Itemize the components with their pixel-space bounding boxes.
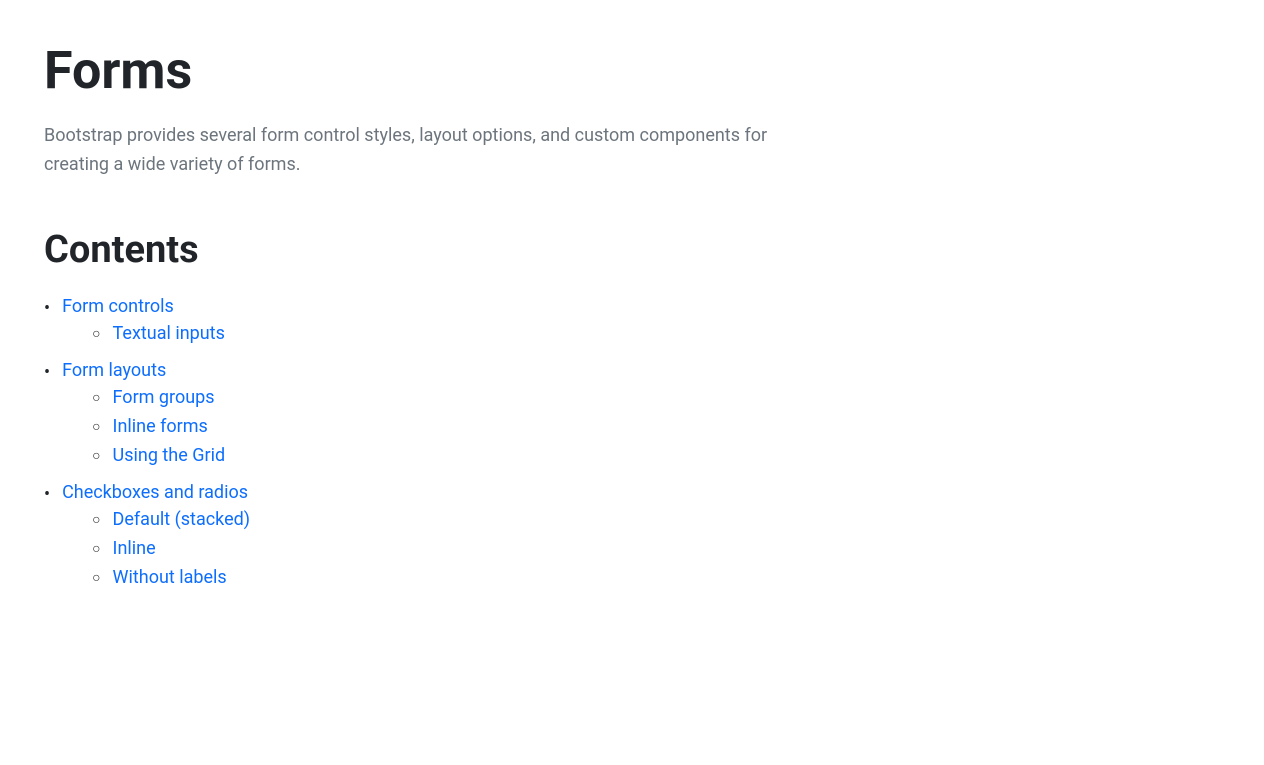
bullet-open-icon: ○: [92, 418, 100, 435]
list-item-form-layouts: • Form layouts ○ Form groups ○ Inline fo…: [44, 360, 1220, 474]
list-item-inline: ○ Inline: [92, 538, 250, 559]
bullet-open-icon: ○: [92, 389, 100, 406]
page-description: Bootstrap provides several form control …: [44, 122, 804, 180]
list-item-form-controls: • Form controls ○ Textual inputs: [44, 296, 1220, 352]
link-without-labels[interactable]: Without labels: [113, 567, 227, 588]
list-item-textual-inputs: ○ Textual inputs: [92, 323, 225, 344]
page-title: Forms: [44, 40, 1220, 102]
bullet-open-icon: ○: [92, 325, 100, 342]
link-default-stacked[interactable]: Default (stacked): [113, 509, 251, 530]
link-form-controls[interactable]: Form controls: [62, 296, 225, 317]
link-textual-inputs[interactable]: Textual inputs: [113, 323, 225, 344]
list-item-default-stacked: ○ Default (stacked): [92, 509, 250, 530]
link-form-layouts[interactable]: Form layouts: [62, 360, 225, 381]
bullet-icon: •: [44, 484, 50, 505]
link-inline-forms[interactable]: Inline forms: [113, 416, 208, 437]
link-inline[interactable]: Inline: [113, 538, 156, 559]
link-checkboxes-radios[interactable]: Checkboxes and radios: [62, 482, 250, 503]
bullet-icon: •: [44, 298, 50, 319]
bullet-open-icon: ○: [92, 447, 100, 464]
link-form-groups[interactable]: Form groups: [113, 387, 215, 408]
list-item-without-labels: ○ Without labels: [92, 567, 250, 588]
list-item-using-the-grid: ○ Using the Grid: [92, 445, 225, 466]
list-item-form-groups: ○ Form groups: [92, 387, 225, 408]
bullet-icon: •: [44, 362, 50, 383]
list-item-checkboxes-radios: • Checkboxes and radios ○ Default (stack…: [44, 482, 1220, 596]
bullet-open-icon: ○: [92, 511, 100, 528]
bullet-open-icon: ○: [92, 569, 100, 586]
link-using-the-grid[interactable]: Using the Grid: [113, 445, 226, 466]
bullet-open-icon: ○: [92, 540, 100, 557]
contents-list: • Form controls ○ Textual inputs • Form …: [44, 296, 1220, 596]
contents-heading: Contents: [44, 228, 1220, 272]
list-item-inline-forms: ○ Inline forms: [92, 416, 225, 437]
